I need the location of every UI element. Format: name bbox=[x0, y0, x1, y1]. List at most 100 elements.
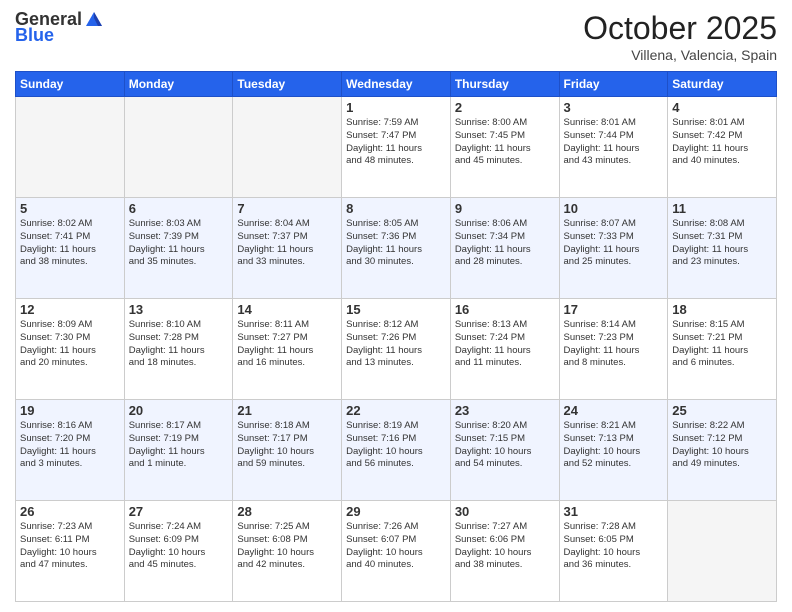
calendar-cell: 17 Sunrise: 8:14 AM Sunset: 7:23 PM Dayli… bbox=[559, 299, 668, 400]
day-info: Sunrise: 7:26 AM Sunset: 6:07 PM Dayligh… bbox=[346, 521, 446, 572]
day-number: 28 bbox=[237, 504, 337, 519]
day-number: 3 bbox=[564, 100, 664, 115]
day-info: Sunrise: 8:06 AM Sunset: 7:34 PM Dayligh… bbox=[455, 218, 555, 269]
calendar-cell bbox=[233, 97, 342, 198]
calendar-cell: 5 Sunrise: 8:02 AM Sunset: 7:41 PM Daylig… bbox=[16, 198, 125, 299]
calendar-cell: 2 Sunrise: 8:00 AM Sunset: 7:45 PM Daylig… bbox=[450, 97, 559, 198]
calendar-cell: 1Sunrise: 7:59 AM Sunset: 7:47 PM Daylig… bbox=[342, 97, 451, 198]
day-number: 22 bbox=[346, 403, 446, 418]
calendar-cell: 30Sunrise: 7:27 AM Sunset: 6:06 PM Dayli… bbox=[450, 501, 559, 602]
day-info: Sunrise: 8:14 AM Sunset: 7:23 PM Dayligh… bbox=[564, 319, 664, 370]
day-number: 11 bbox=[672, 201, 772, 216]
day-info: Sunrise: 8:02 AM Sunset: 7:41 PM Dayligh… bbox=[20, 218, 120, 269]
calendar-cell: 21 Sunrise: 8:18 AM Sunset: 7:17 PM Dayli… bbox=[233, 400, 342, 501]
day-info: Sunrise: 8:18 AM Sunset: 7:17 PM Dayligh… bbox=[237, 420, 337, 471]
calendar-cell bbox=[16, 97, 125, 198]
calendar-week-row: 19Sunrise: 8:16 AM Sunset: 7:20 PM Dayli… bbox=[16, 400, 777, 501]
day-number: 12 bbox=[20, 302, 120, 317]
day-info: Sunrise: 7:28 AM Sunset: 6:05 PM Dayligh… bbox=[564, 521, 664, 572]
weekday-header-saturday: Saturday bbox=[668, 72, 777, 97]
day-info: Sunrise: 8:01 AM Sunset: 7:42 PM Dayligh… bbox=[672, 117, 772, 168]
calendar-cell: 3 Sunrise: 8:01 AM Sunset: 7:44 PM Daylig… bbox=[559, 97, 668, 198]
calendar-cell: 8Sunrise: 8:05 AM Sunset: 7:36 PM Daylig… bbox=[342, 198, 451, 299]
day-number: 6 bbox=[129, 201, 229, 216]
calendar-cell: 7 Sunrise: 8:04 AM Sunset: 7:37 PM Daylig… bbox=[233, 198, 342, 299]
day-number: 5 bbox=[20, 201, 120, 216]
logo: General Blue bbox=[15, 10, 104, 46]
header: General Blue October 2025 Villena, Valen… bbox=[15, 10, 777, 63]
calendar-week-row: 26Sunrise: 7:23 AM Sunset: 6:11 PM Dayli… bbox=[16, 501, 777, 602]
day-number: 15 bbox=[346, 302, 446, 317]
day-number: 9 bbox=[455, 201, 555, 216]
calendar-cell: 13Sunrise: 8:10 AM Sunset: 7:28 PM Dayli… bbox=[124, 299, 233, 400]
day-info: Sunrise: 8:15 AM Sunset: 7:21 PM Dayligh… bbox=[672, 319, 772, 370]
calendar-cell: 22 Sunrise: 8:19 AM Sunset: 7:16 PM Dayli… bbox=[342, 400, 451, 501]
day-number: 17 bbox=[564, 302, 664, 317]
day-info: Sunrise: 8:04 AM Sunset: 7:37 PM Dayligh… bbox=[237, 218, 337, 269]
calendar-cell: 25 Sunrise: 8:22 AM Sunset: 7:12 PM Dayli… bbox=[668, 400, 777, 501]
title-block: October 2025 Villena, Valencia, Spain bbox=[583, 10, 777, 63]
day-info: Sunrise: 8:20 AM Sunset: 7:15 PM Dayligh… bbox=[455, 420, 555, 471]
calendar-cell: 9 Sunrise: 8:06 AM Sunset: 7:34 PM Daylig… bbox=[450, 198, 559, 299]
calendar-cell: 12 Sunrise: 8:09 AM Sunset: 7:30 PM Dayli… bbox=[16, 299, 125, 400]
day-number: 20 bbox=[129, 403, 229, 418]
day-info: Sunrise: 8:17 AM Sunset: 7:19 PM Dayligh… bbox=[129, 420, 229, 471]
day-number: 25 bbox=[672, 403, 772, 418]
day-info: Sunrise: 8:13 AM Sunset: 7:24 PM Dayligh… bbox=[455, 319, 555, 370]
calendar-cell: 26Sunrise: 7:23 AM Sunset: 6:11 PM Dayli… bbox=[16, 501, 125, 602]
day-number: 31 bbox=[564, 504, 664, 519]
day-number: 7 bbox=[237, 201, 337, 216]
calendar-cell: 27 Sunrise: 7:24 AM Sunset: 6:09 PM Dayli… bbox=[124, 501, 233, 602]
day-info: Sunrise: 8:01 AM Sunset: 7:44 PM Dayligh… bbox=[564, 117, 664, 168]
calendar-cell: 19Sunrise: 8:16 AM Sunset: 7:20 PM Dayli… bbox=[16, 400, 125, 501]
day-number: 14 bbox=[237, 302, 337, 317]
day-number: 26 bbox=[20, 504, 120, 519]
day-info: Sunrise: 8:11 AM Sunset: 7:27 PM Dayligh… bbox=[237, 319, 337, 370]
calendar-cell: 28 Sunrise: 7:25 AM Sunset: 6:08 PM Dayli… bbox=[233, 501, 342, 602]
weekday-header-thursday: Thursday bbox=[450, 72, 559, 97]
calendar-cell: 20 Sunrise: 8:17 AM Sunset: 7:19 PM Dayli… bbox=[124, 400, 233, 501]
day-number: 21 bbox=[237, 403, 337, 418]
location: Villena, Valencia, Spain bbox=[583, 47, 777, 63]
day-number: 24 bbox=[564, 403, 664, 418]
weekday-header-friday: Friday bbox=[559, 72, 668, 97]
day-info: Sunrise: 8:19 AM Sunset: 7:16 PM Dayligh… bbox=[346, 420, 446, 471]
day-info: Sunrise: 8:00 AM Sunset: 7:45 PM Dayligh… bbox=[455, 117, 555, 168]
day-number: 29 bbox=[346, 504, 446, 519]
calendar-cell: 6 Sunrise: 8:03 AM Sunset: 7:39 PM Daylig… bbox=[124, 198, 233, 299]
weekday-header-wednesday: Wednesday bbox=[342, 72, 451, 97]
calendar-cell: 11Sunrise: 8:08 AM Sunset: 7:31 PM Dayli… bbox=[668, 198, 777, 299]
calendar-cell: 31 Sunrise: 7:28 AM Sunset: 6:05 PM Dayli… bbox=[559, 501, 668, 602]
day-info: Sunrise: 8:21 AM Sunset: 7:13 PM Dayligh… bbox=[564, 420, 664, 471]
day-number: 16 bbox=[455, 302, 555, 317]
day-number: 18 bbox=[672, 302, 772, 317]
calendar-cell bbox=[668, 501, 777, 602]
day-info: Sunrise: 7:25 AM Sunset: 6:08 PM Dayligh… bbox=[237, 521, 337, 572]
day-number: 23 bbox=[455, 403, 555, 418]
calendar-cell: 4Sunrise: 8:01 AM Sunset: 7:42 PM Daylig… bbox=[668, 97, 777, 198]
day-info: Sunrise: 8:22 AM Sunset: 7:12 PM Dayligh… bbox=[672, 420, 772, 471]
page: General Blue October 2025 Villena, Valen… bbox=[0, 0, 792, 612]
day-number: 13 bbox=[129, 302, 229, 317]
day-info: Sunrise: 8:16 AM Sunset: 7:20 PM Dayligh… bbox=[20, 420, 120, 471]
day-info: Sunrise: 7:24 AM Sunset: 6:09 PM Dayligh… bbox=[129, 521, 229, 572]
calendar-cell: 23 Sunrise: 8:20 AM Sunset: 7:15 PM Dayli… bbox=[450, 400, 559, 501]
calendar-cell: 29 Sunrise: 7:26 AM Sunset: 6:07 PM Dayli… bbox=[342, 501, 451, 602]
day-number: 10 bbox=[564, 201, 664, 216]
logo-blue-text: Blue bbox=[15, 26, 54, 46]
day-number: 27 bbox=[129, 504, 229, 519]
day-info: Sunrise: 8:07 AM Sunset: 7:33 PM Dayligh… bbox=[564, 218, 664, 269]
weekday-header-tuesday: Tuesday bbox=[233, 72, 342, 97]
day-number: 2 bbox=[455, 100, 555, 115]
calendar-cell: 18 Sunrise: 8:15 AM Sunset: 7:21 PM Dayli… bbox=[668, 299, 777, 400]
day-info: Sunrise: 8:05 AM Sunset: 7:36 PM Dayligh… bbox=[346, 218, 446, 269]
day-info: Sunrise: 8:09 AM Sunset: 7:30 PM Dayligh… bbox=[20, 319, 120, 370]
day-number: 30 bbox=[455, 504, 555, 519]
calendar-week-row: 1Sunrise: 7:59 AM Sunset: 7:47 PM Daylig… bbox=[16, 97, 777, 198]
calendar-cell: 15Sunrise: 8:12 AM Sunset: 7:26 PM Dayli… bbox=[342, 299, 451, 400]
weekday-header-row: SundayMondayTuesdayWednesdayThursdayFrid… bbox=[16, 72, 777, 97]
day-info: Sunrise: 8:03 AM Sunset: 7:39 PM Dayligh… bbox=[129, 218, 229, 269]
weekday-header-sunday: Sunday bbox=[16, 72, 125, 97]
calendar-cell: 24 Sunrise: 8:21 AM Sunset: 7:13 PM Dayli… bbox=[559, 400, 668, 501]
day-number: 1 bbox=[346, 100, 446, 115]
